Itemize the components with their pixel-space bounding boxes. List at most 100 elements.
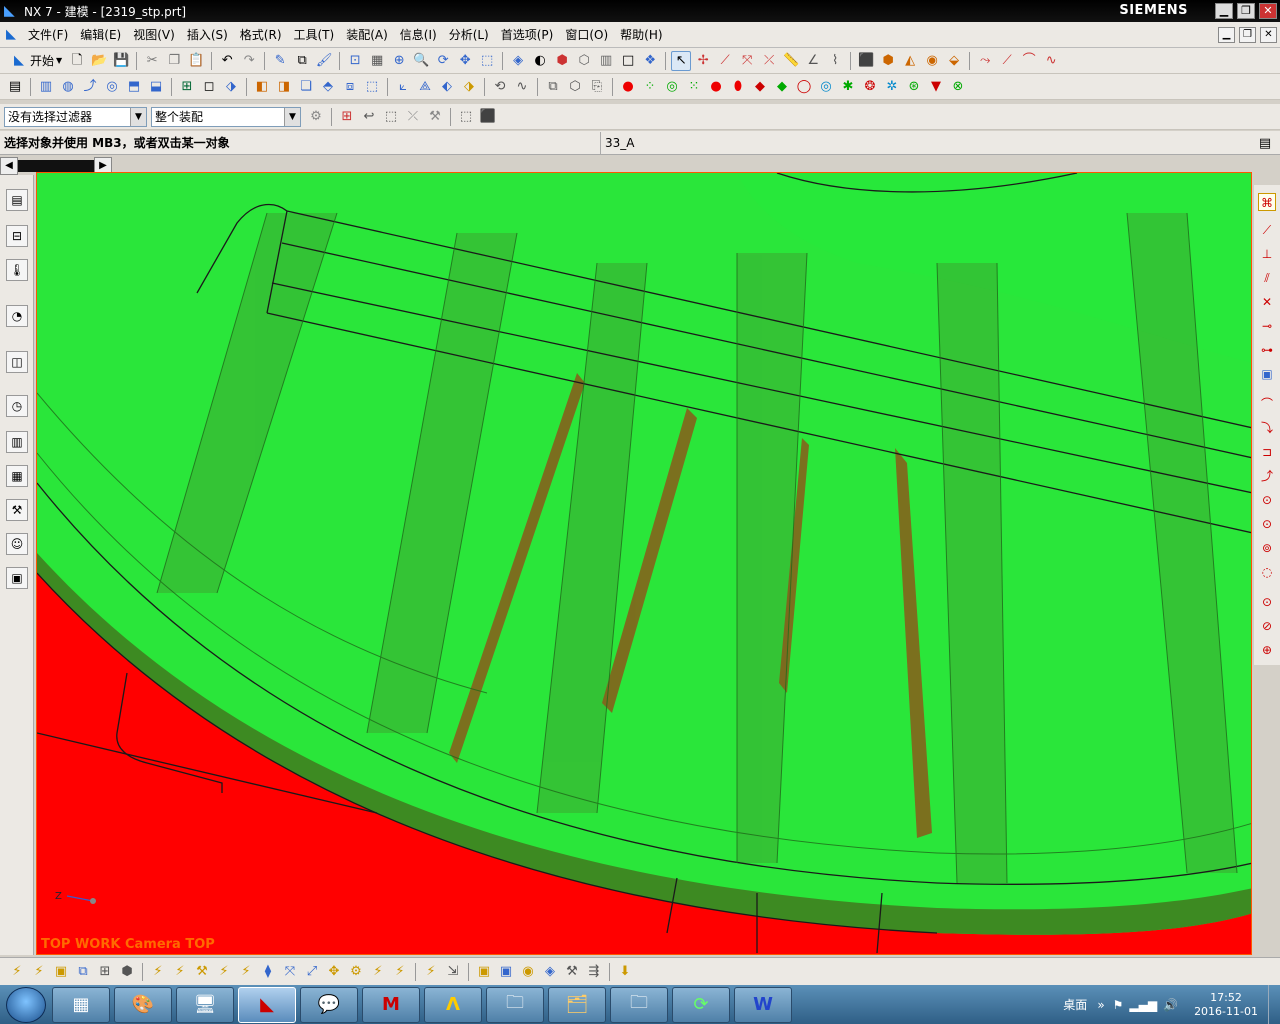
select-solid-icon[interactable]: ⬚ bbox=[381, 107, 401, 127]
m-app-task[interactable]: M bbox=[362, 986, 420, 1023]
tool-21-icon[interactable]: ▣ bbox=[474, 962, 494, 982]
render-style-icon[interactable]: ◐ bbox=[530, 51, 550, 71]
snap-center-icon[interactable]: ⊕ bbox=[1258, 641, 1276, 659]
tool-16-icon[interactable]: ⚙ bbox=[346, 962, 366, 982]
network-icon[interactable]: ▂▄▆ bbox=[1129, 998, 1157, 1012]
menu-view[interactable]: 视图(V) bbox=[127, 26, 181, 43]
orient-view-icon[interactable]: ◈ bbox=[508, 51, 528, 71]
word-task[interactable]: W bbox=[734, 986, 792, 1023]
cube-select-icon[interactable]: ⬛ bbox=[478, 107, 498, 127]
minimize-button[interactable]: ▁ bbox=[1215, 3, 1233, 19]
snap-circle-a-icon[interactable]: ⊙ bbox=[1258, 491, 1276, 509]
explorer-task-2[interactable]: 🗂 bbox=[548, 986, 606, 1023]
menu-analysis[interactable]: 分析(L) bbox=[443, 26, 495, 43]
snap-endpoint-icon[interactable]: ⟋ bbox=[1258, 221, 1276, 239]
menu-tools[interactable]: 工具(T) bbox=[288, 26, 341, 43]
snap-point-icon[interactable]: ✢ bbox=[693, 51, 713, 71]
undo-icon[interactable]: ↶ bbox=[217, 51, 237, 71]
menu-edit[interactable]: 编辑(E) bbox=[74, 26, 127, 43]
snap-angle-icon[interactable]: ⊘ bbox=[1258, 617, 1276, 635]
snap-existing-icon[interactable]: ▣ bbox=[1258, 365, 1276, 383]
part-navigator-icon[interactable]: 🌡 bbox=[6, 259, 28, 281]
extract-icon[interactable]: ⎘ bbox=[587, 77, 607, 97]
tool-1-icon[interactable]: ⚡ bbox=[7, 962, 27, 982]
select-hammer-icon[interactable]: ⚒ bbox=[425, 107, 445, 127]
green-dots-icon[interactable]: ⁘ bbox=[640, 77, 660, 97]
red-shape-icon[interactable]: ◆ bbox=[750, 77, 770, 97]
tool-25-icon[interactable]: ⚒ bbox=[562, 962, 582, 982]
new-icon[interactable]: 🗋 bbox=[67, 51, 87, 71]
snap-arc-center-icon[interactable]: ⊸ bbox=[1258, 317, 1276, 335]
sew-icon[interactable]: ⧉ bbox=[543, 77, 563, 97]
rotate-icon[interactable]: ⟳ bbox=[433, 51, 453, 71]
snap-control-icon[interactable]: ⫽ bbox=[1258, 269, 1276, 287]
work-layer-icon[interactable]: ❖ bbox=[640, 51, 660, 71]
menu-preferences[interactable]: 首选项(P) bbox=[495, 26, 560, 43]
system-materials-icon[interactable]: ▥ bbox=[6, 431, 28, 453]
trim-body-icon[interactable]: ⟀ bbox=[393, 77, 413, 97]
red-ball-icon[interactable]: ● bbox=[706, 77, 726, 97]
menu-file[interactable]: 文件(F) bbox=[22, 26, 74, 43]
thicken-icon[interactable]: ⬗ bbox=[459, 77, 479, 97]
shell-icon[interactable]: ❏ bbox=[296, 77, 316, 97]
snap-toggle-icon[interactable]: ⊞ bbox=[337, 107, 357, 127]
edge-blend-icon[interactable]: ◧ bbox=[252, 77, 272, 97]
maximize-button[interactable]: ❐ bbox=[1237, 3, 1255, 19]
snap-intersection-icon[interactable]: ✕ bbox=[1258, 293, 1276, 311]
tool-10-icon[interactable]: ⚡ bbox=[214, 962, 234, 982]
green-gear-icon[interactable]: ⊛ bbox=[904, 77, 924, 97]
blue-ring-icon[interactable]: ◎ bbox=[816, 77, 836, 97]
mirror-icon[interactable]: ⧈ bbox=[340, 77, 360, 97]
draft-icon[interactable]: ⬘ bbox=[318, 77, 338, 97]
tab-scroll-track[interactable] bbox=[18, 160, 94, 172]
tool-8-icon[interactable]: ⚡ bbox=[170, 962, 190, 982]
sphere-icon[interactable]: ◉ bbox=[922, 51, 942, 71]
tool-14-icon[interactable]: ⤢ bbox=[302, 962, 322, 982]
tool-23-icon[interactable]: ◉ bbox=[518, 962, 538, 982]
magnify-icon[interactable]: 🔍 bbox=[411, 51, 431, 71]
menu-assemblies[interactable]: 装配(A) bbox=[340, 26, 394, 43]
wechat-task[interactable]: 💬 bbox=[300, 986, 358, 1023]
red-sphere-icon[interactable]: ● bbox=[618, 77, 638, 97]
tool-20-icon[interactable]: ⇲ bbox=[443, 962, 463, 982]
sketch-icon[interactable]: ◻ bbox=[199, 77, 219, 97]
assembly-navigator-icon[interactable]: ▤ bbox=[6, 189, 28, 211]
angle-icon[interactable]: ∠ bbox=[803, 51, 823, 71]
snap-midpoint-icon[interactable]: ⊥ bbox=[1258, 245, 1276, 263]
red-torus-icon[interactable]: ◯ bbox=[794, 77, 814, 97]
selection-scope-select[interactable]: 整个装配 ▼ bbox=[151, 106, 301, 127]
menu-information[interactable]: 信息(I) bbox=[394, 26, 443, 43]
tool-9-icon[interactable]: ⚒ bbox=[192, 962, 212, 982]
doc-restore-button[interactable]: ❐ bbox=[1239, 27, 1256, 43]
gear-icon[interactable]: ✱ bbox=[838, 77, 858, 97]
paint-icon[interactable]: 🖌 bbox=[314, 51, 334, 71]
copy-icon[interactable]: ❐ bbox=[164, 51, 184, 71]
general-filter-icon[interactable]: ⚙ bbox=[306, 107, 326, 127]
cut-icon[interactable]: ✂ bbox=[142, 51, 162, 71]
layer-icon[interactable]: ▥ bbox=[596, 51, 616, 71]
tool-3-icon[interactable]: ▣ bbox=[51, 962, 71, 982]
green-shape-icon[interactable]: ◆ bbox=[772, 77, 792, 97]
tool-12-icon[interactable]: ⧫ bbox=[258, 962, 278, 982]
pocket-icon[interactable]: ⬓ bbox=[146, 77, 166, 97]
tool-5-icon[interactable]: ⊞ bbox=[95, 962, 115, 982]
face-analysis-icon[interactable]: ∿ bbox=[512, 77, 532, 97]
snap-quadrant-icon[interactable]: ⊶ bbox=[1258, 341, 1276, 359]
tool-11-icon[interactable]: ⚡ bbox=[236, 962, 256, 982]
red-cylinder-icon[interactable]: ⬮ bbox=[728, 77, 748, 97]
snap-circle-c-icon[interactable]: ⊚ bbox=[1258, 539, 1276, 557]
dropdown-arrow-icon[interactable]: ▼ bbox=[284, 107, 300, 126]
nx-task[interactable]: ◣ bbox=[238, 986, 296, 1023]
background-icon[interactable]: □ bbox=[618, 51, 638, 71]
tool-2-icon[interactable]: ⚡ bbox=[29, 962, 49, 982]
select-icon[interactable]: ↖ bbox=[671, 50, 692, 71]
tool-27-icon[interactable]: ⬇ bbox=[615, 962, 635, 982]
revolve-icon[interactable]: ◍ bbox=[58, 77, 78, 97]
snap-face-icon[interactable]: ⤴ bbox=[1258, 467, 1276, 485]
rectangle-select-icon[interactable]: ⬚ bbox=[456, 107, 476, 127]
tool-26-icon[interactable]: ⇶ bbox=[584, 962, 604, 982]
constraint-navigator-icon[interactable]: ⊟ bbox=[6, 225, 28, 247]
blue-gear-icon[interactable]: ✲ bbox=[882, 77, 902, 97]
snap-circle-b-icon[interactable]: ⊙ bbox=[1258, 515, 1276, 533]
doc-close-button[interactable]: ✕ bbox=[1260, 27, 1277, 43]
